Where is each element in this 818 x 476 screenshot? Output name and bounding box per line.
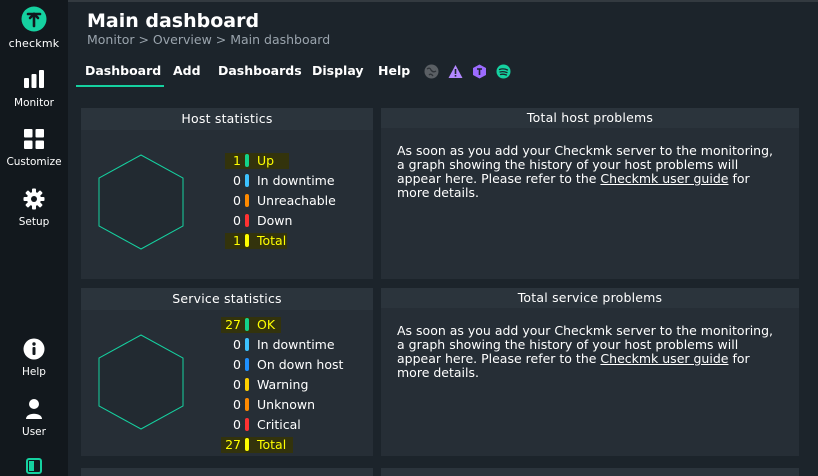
service-label-critical: Critical	[257, 417, 301, 432]
info-icon	[23, 338, 45, 360]
service-label-total: Total	[257, 437, 287, 452]
service-label-downtime: In downtime	[257, 337, 335, 352]
user-guide-link[interactable]: Checkmk user guide	[600, 351, 728, 366]
service-row-warning[interactable]: 0 Warning	[223, 376, 353, 394]
total-service-problems-panel: Total service problems As soon as you ad…	[381, 288, 799, 456]
service-count-total: 27	[225, 437, 241, 452]
status-bar-unreachable	[245, 194, 249, 207]
hex-icon[interactable]	[472, 64, 487, 79]
panel-title: Service statistics	[81, 288, 373, 310]
sidebar-toggle-icon	[26, 458, 42, 474]
host-label-up: Up	[257, 153, 275, 168]
panel-message: As soon as you add your Checkmk server t…	[397, 324, 782, 380]
service-row-total[interactable]: 27 Total	[221, 436, 353, 454]
breadcrumb[interactable]: Monitor > Overview > Main dashboard	[87, 32, 330, 47]
host-label-down: Down	[257, 213, 293, 228]
status-bar-on-down-host	[245, 358, 249, 371]
service-row-critical[interactable]: 0 Critical	[223, 416, 353, 434]
host-label-downtime: In downtime	[257, 173, 335, 188]
service-label-ok: OK	[257, 317, 276, 332]
service-statistics-panel: Service statistics 27 OK 0 In downtime 0…	[81, 288, 373, 456]
host-label-total: Total	[257, 233, 287, 248]
service-hexagon[interactable]	[97, 333, 185, 431]
service-row-unknown[interactable]: 0 Unknown	[223, 396, 353, 414]
service-label-on-down-host: On down host	[257, 357, 344, 372]
status-bar-downtime	[245, 174, 249, 187]
status-bar-up	[245, 154, 249, 167]
host-row-downtime[interactable]: 0 In downtime	[229, 172, 349, 190]
host-count-up: 1	[233, 153, 241, 168]
sidebar-item-monitor[interactable]: Monitor	[0, 70, 68, 109]
sidebar-item-label: Monitor	[14, 97, 54, 109]
status-bar-down	[245, 214, 249, 227]
host-count-downtime: 0	[233, 173, 241, 188]
service-count-on-down-host: 0	[233, 357, 241, 372]
status-bar-critical	[245, 418, 249, 431]
main-area: Main dashboard Monitor > Overview > Main…	[68, 0, 818, 476]
globe-icon[interactable]	[424, 64, 439, 79]
service-row-downtime[interactable]: 0 In downtime	[223, 336, 353, 354]
menu-add[interactable]: Add	[173, 58, 201, 85]
service-label-unknown: Unknown	[257, 397, 316, 412]
sidebar-item-customize[interactable]: Customize	[0, 128, 68, 168]
sidebar-toggle[interactable]	[0, 458, 68, 474]
checkmk-logo[interactable]: checkmk	[0, 6, 68, 50]
host-count-unreachable: 0	[233, 193, 241, 208]
service-count-unknown: 0	[233, 397, 241, 412]
status-bar-unknown	[245, 398, 249, 411]
user-icon	[26, 399, 42, 419]
warning-icon[interactable]	[448, 64, 463, 79]
host-statistics-panel: Host statistics 1 Up 0 In downtime 0 Unr…	[81, 108, 373, 279]
sidebar-item-label: Customize	[6, 156, 62, 168]
panel-title: Total service problems	[381, 288, 799, 308]
status-bar-downtime	[245, 338, 249, 351]
menu-display[interactable]: Display	[312, 58, 364, 85]
user-guide-link[interactable]: Checkmk user guide	[600, 171, 728, 186]
status-bar-total	[245, 234, 249, 247]
panel-title: Host statistics	[81, 108, 373, 130]
service-row-ok[interactable]: 27 OK	[221, 316, 353, 334]
checkmk-logo-icon	[21, 6, 47, 32]
service-count-downtime: 0	[233, 337, 241, 352]
bar-chart-icon	[24, 70, 44, 88]
host-row-total[interactable]: 1 Total	[225, 232, 349, 250]
service-row-on-down-host[interactable]: 0 On down host	[223, 356, 353, 374]
status-bar-total	[245, 438, 249, 451]
sidebar-item-label: Help	[22, 366, 46, 378]
menu-bar: Dashboard Add Dashboards Display Help	[76, 58, 818, 87]
sidebar-item-help[interactable]: Help	[0, 338, 68, 378]
host-row-unreachable[interactable]: 0 Unreachable	[229, 192, 349, 210]
menu-dashboard[interactable]: Dashboard	[76, 58, 164, 87]
menu-help[interactable]: Help	[378, 58, 410, 85]
gear-icon	[23, 188, 45, 210]
host-label-unreachable: Unreachable	[257, 193, 336, 208]
logo-text: checkmk	[8, 37, 60, 50]
host-row-down[interactable]: 0 Down	[229, 212, 349, 230]
sidebar-item-setup[interactable]: Setup	[0, 188, 68, 228]
sidebar: checkmk Monitor Customize Setup Help Use…	[0, 0, 68, 476]
host-count-down: 0	[233, 213, 241, 228]
service-count-ok: 27	[225, 317, 241, 332]
page-title: Main dashboard	[87, 10, 260, 32]
panel-title: Total host problems	[381, 108, 799, 128]
status-bar-ok	[245, 318, 249, 331]
grid-icon	[24, 129, 44, 149]
sidebar-item-label: Setup	[18, 216, 50, 228]
panel-message: As soon as you add your Checkmk server t…	[397, 144, 782, 200]
service-count-critical: 0	[233, 417, 241, 432]
spotify-icon[interactable]	[496, 64, 511, 79]
service-label-warning: Warning	[257, 377, 309, 392]
host-row-up[interactable]: 1 Up	[225, 152, 349, 170]
host-count-total: 1	[233, 233, 241, 248]
menu-dashboards[interactable]: Dashboards	[218, 58, 302, 85]
sidebar-item-user[interactable]: User	[0, 398, 68, 438]
service-count-warning: 0	[233, 377, 241, 392]
sidebar-item-label: User	[22, 426, 46, 438]
total-host-problems-panel: Total host problems As soon as you add y…	[381, 108, 799, 279]
host-hexagon[interactable]	[97, 153, 185, 251]
next-panel-right	[381, 468, 799, 476]
next-panel-left	[81, 468, 373, 476]
top-divider	[68, 0, 818, 2]
status-bar-warning	[245, 378, 249, 391]
